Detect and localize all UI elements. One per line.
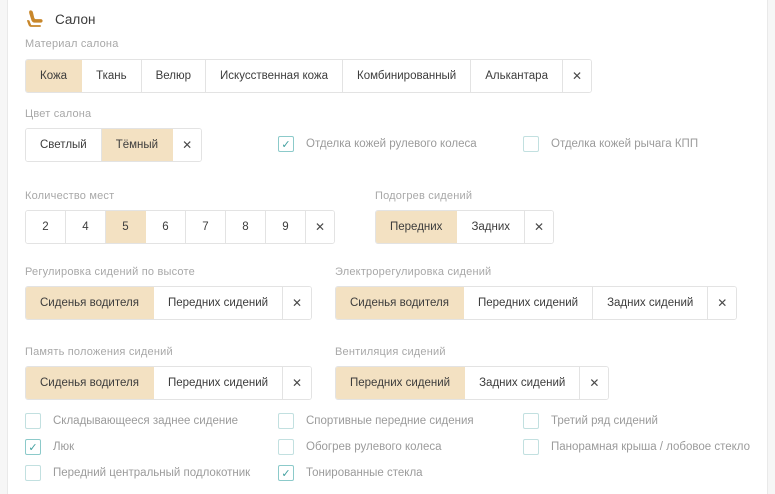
check-icon: ✓ (28, 441, 37, 454)
checkbox-box[interactable] (25, 465, 41, 481)
height-adjustment-option[interactable]: Сиденья водителя (26, 287, 154, 319)
electric-adjustment-option[interactable]: Задних сидений (593, 287, 708, 319)
checkbox-label: Третий ряд сидений (551, 415, 658, 427)
seats-count-option[interactable]: 5 (106, 211, 146, 243)
clear-icon: ✕ (717, 296, 727, 310)
position-memory-label: Память положения сидений (25, 346, 173, 358)
position-memory-button-group: Сиденья водителя Передних сидений ✕ (25, 366, 312, 400)
electric-adjustment-label: Электрорегулировка сидений (335, 266, 491, 278)
seats-count-option[interactable]: 2 (26, 211, 66, 243)
color-option[interactable]: Светлый (26, 129, 102, 161)
position-memory-option[interactable]: Передних сидений (154, 367, 283, 399)
seat-icon (25, 10, 45, 28)
heating-label: Подогрев сидений (375, 190, 472, 202)
clear-icon: ✕ (292, 376, 302, 390)
position-memory-clear-button[interactable]: ✕ (283, 367, 311, 399)
clear-icon: ✕ (589, 376, 599, 390)
clear-icon: ✕ (572, 69, 582, 83)
seats-count-option[interactable]: 6 (146, 211, 186, 243)
checkbox-steering-heating[interactable]: Обогрев рулевого колеса (278, 439, 442, 455)
height-adjustment-button-group: Сиденья водителя Передних сидений ✕ (25, 286, 312, 320)
color-option[interactable]: Тёмный (102, 129, 173, 161)
checkbox-folding-rear-seat[interactable]: Складывающееся заднее сидение (25, 413, 238, 429)
heating-option[interactable]: Передних (376, 211, 457, 243)
checkbox-front-armrest[interactable]: Передний центральный подлокотник (25, 465, 250, 481)
ventilation-option[interactable]: Задних сидений (465, 367, 580, 399)
material-label: Материал салона (25, 38, 119, 50)
height-adjustment-label: Регулировка сидений по высоте (25, 266, 195, 278)
seats-count-button-group: 2 4 5 6 7 8 9 ✕ (25, 210, 335, 244)
checkbox-label: Спортивные передние сидения (306, 415, 474, 427)
checkbox-label: Отделка кожей рычага КПП (551, 138, 698, 150)
checkbox-label: Передний центральный подлокотник (53, 467, 250, 479)
checkbox-tinted-windows[interactable]: ✓ Тонированные стекла (278, 465, 423, 481)
checkbox-label: Люк (53, 441, 74, 453)
material-option[interactable]: Ткань (82, 60, 142, 92)
checkbox-label: Обогрев рулевого колеса (306, 441, 442, 453)
check-icon: ✓ (281, 138, 290, 151)
checkbox-steering-leather[interactable]: ✓ Отделка кожей рулевого колеса (278, 128, 477, 160)
ventilation-clear-button[interactable]: ✕ (580, 367, 608, 399)
color-clear-button[interactable]: ✕ (173, 129, 201, 161)
electric-adjustment-option[interactable]: Передних сидений (464, 287, 593, 319)
checkbox-box[interactable] (25, 413, 41, 429)
electric-adjustment-button-group: Сиденья водителя Передних сидений Задних… (335, 286, 737, 320)
material-option[interactable]: Кожа (26, 60, 82, 92)
ventilation-label: Вентиляция сидений (335, 346, 446, 358)
ventilation-option[interactable]: Передних сидений (336, 367, 465, 399)
ventilation-button-group: Передних сидений Задних сидений ✕ (335, 366, 609, 400)
material-option[interactable]: Искусственная кожа (206, 60, 343, 92)
checkbox-sunroof[interactable]: ✓ Люк (25, 439, 74, 455)
check-icon: ✓ (281, 467, 290, 480)
seats-count-clear-button[interactable]: ✕ (306, 211, 334, 243)
checkbox-box[interactable]: ✓ (278, 136, 294, 152)
checkbox-box[interactable]: ✓ (25, 439, 41, 455)
checkbox-box[interactable]: ✓ (278, 465, 294, 481)
electric-adjustment-clear-button[interactable]: ✕ (708, 287, 736, 319)
seats-count-label: Количество мест (25, 190, 114, 202)
checkbox-label: Складывающееся заднее сидение (53, 415, 238, 427)
heating-option[interactable]: Задних (457, 211, 525, 243)
seats-count-option[interactable]: 9 (266, 211, 306, 243)
section-title: Салон (55, 12, 95, 27)
height-adjustment-option[interactable]: Передних сидений (154, 287, 283, 319)
electric-adjustment-option[interactable]: Сиденья водителя (336, 287, 464, 319)
section-header: Салон (25, 10, 95, 28)
clear-icon: ✕ (315, 220, 325, 234)
heating-button-group: Передних Задних ✕ (375, 210, 554, 244)
checkbox-box[interactable] (523, 136, 539, 152)
checkbox-label: Отделка кожей рулевого колеса (306, 138, 477, 150)
material-option[interactable]: Алькантара (471, 60, 563, 92)
material-option[interactable]: Велюр (142, 60, 206, 92)
seats-count-option[interactable]: 7 (186, 211, 226, 243)
material-option[interactable]: Комбинированный (343, 60, 471, 92)
checkbox-box[interactable] (523, 439, 539, 455)
material-clear-button[interactable]: ✕ (563, 60, 591, 92)
checkbox-label: Тонированные стекла (306, 467, 423, 479)
checkbox-label: Панорамная крыша / лобовое стекло (551, 441, 750, 453)
checkbox-panoramic-roof[interactable]: Панорамная крыша / лобовое стекло (523, 439, 750, 455)
clear-icon: ✕ (292, 296, 302, 310)
clear-icon: ✕ (182, 138, 192, 152)
seats-count-option[interactable]: 8 (226, 211, 266, 243)
color-label: Цвет салона (25, 108, 91, 120)
color-button-group: Светлый Тёмный ✕ (25, 128, 202, 162)
checkbox-box[interactable] (523, 413, 539, 429)
height-adjustment-clear-button[interactable]: ✕ (283, 287, 311, 319)
heating-clear-button[interactable]: ✕ (525, 211, 553, 243)
checkbox-box[interactable] (278, 413, 294, 429)
material-button-group: Кожа Ткань Велюр Искусственная кожа Комб… (25, 59, 592, 93)
checkbox-third-row[interactable]: Третий ряд сидений (523, 413, 658, 429)
position-memory-option[interactable]: Сиденья водителя (26, 367, 154, 399)
salon-filter-panel: Салон Материал салона Кожа Ткань Велюр И… (7, 0, 768, 494)
checkbox-gearbox-leather[interactable]: Отделка кожей рычага КПП (523, 128, 698, 160)
seats-count-option[interactable]: 4 (66, 211, 106, 243)
clear-icon: ✕ (534, 220, 544, 234)
checkbox-box[interactable] (278, 439, 294, 455)
checkbox-sport-front-seats[interactable]: Спортивные передние сидения (278, 413, 474, 429)
